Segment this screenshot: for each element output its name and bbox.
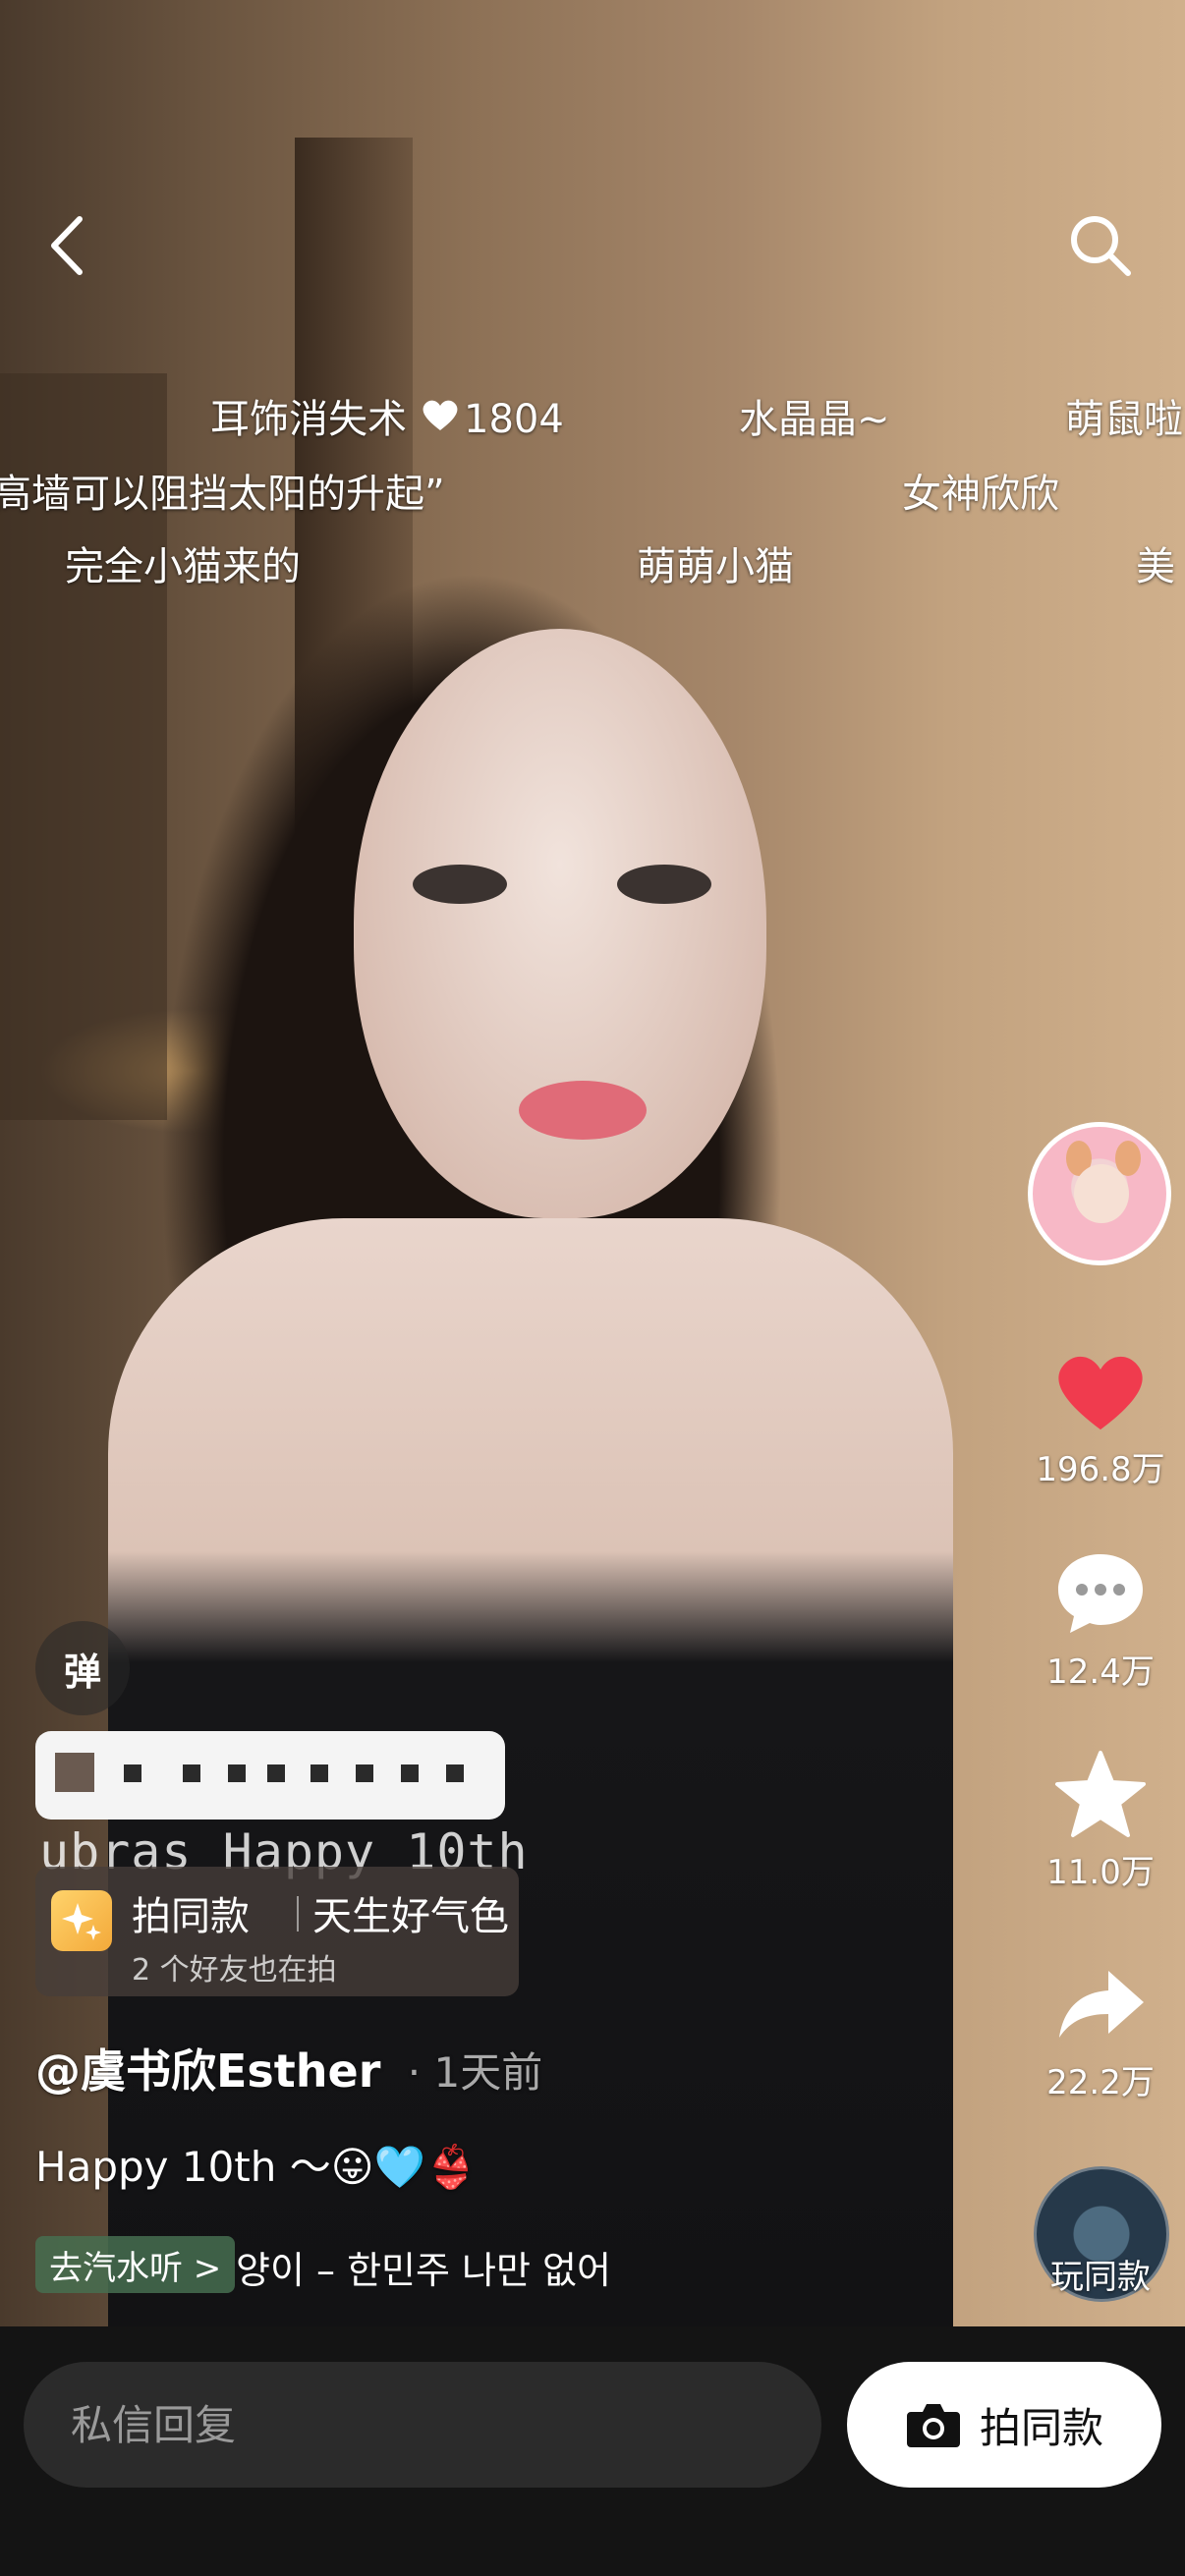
music-app-tag[interactable]: 去汽水听 > — [35, 2236, 236, 2293]
effect-name: 天生好气色 — [312, 1894, 509, 1939]
author-name[interactable]: @虞书欣Esther — [35, 2044, 380, 2098]
star-icon — [1055, 1751, 1146, 1837]
danmaku-item: 美 — [1136, 544, 1175, 589]
danmaku-item: 水晶晶~ — [739, 397, 890, 442]
share-count: 22.2万 — [1046, 2063, 1155, 2102]
chevron-left-icon — [51, 216, 83, 275]
share-icon — [1059, 1971, 1144, 2038]
shoot-same-button[interactable]: 拍同款 — [847, 2362, 1161, 2488]
sparkle-icon — [51, 1890, 112, 1951]
post-time: 1天前 — [433, 2048, 543, 2097]
figure-eye-left — [413, 865, 507, 904]
effect-action-label: 拍同款 — [132, 1894, 250, 1939]
effect-friends-count: 2 个好友也在拍 — [132, 1953, 337, 1988]
danmaku-item: 萌萌小猫 — [637, 544, 794, 589]
camera-icon — [906, 2404, 960, 2447]
share-button[interactable]: 22.2万 — [1002, 1953, 1185, 2103]
back-button[interactable] — [18, 196, 116, 295]
heart-icon — [421, 397, 460, 442]
effect-card[interactable]: 拍同款 天生好气色 2 个好友也在拍 — [35, 1867, 519, 1996]
video-caption: Happy 10th ～😛🩵👙 — [35, 2143, 478, 2191]
danmaku-item: 萌鼠啦 — [1065, 397, 1183, 442]
author-avatar[interactable] — [1028, 1122, 1171, 1265]
comment-count: 12.4万 — [1046, 1652, 1155, 1692]
figure-lips — [519, 1081, 647, 1140]
danmaku-item: 女神欣欣 — [902, 472, 1059, 517]
redacted-comment-bar — [35, 1731, 505, 1820]
danmaku-toggle-button[interactable]: 弹 — [35, 1621, 130, 1715]
like-count: 196.8万 — [1036, 1450, 1165, 1489]
figure-eye-right — [617, 865, 711, 904]
music-title[interactable]: 양이 – 한민주 나만 없어 — [236, 2240, 727, 2294]
danmaku-item: 耳饰消失术 1804 — [210, 397, 564, 442]
music-disc-label[interactable]: 玩同款 — [992, 2250, 1185, 2298]
author-line[interactable]: @虞书欣Esther · 1天前 — [35, 2036, 542, 2100]
favorite-count: 11.0万 — [1046, 1853, 1155, 1892]
avatar-face — [1074, 1164, 1129, 1223]
search-icon — [1071, 216, 1131, 276]
heart-icon — [1058, 1356, 1143, 1430]
like-button[interactable]: 196.8万 — [1002, 1340, 1185, 1490]
comment-icon — [1058, 1554, 1143, 1633]
divider — [297, 1896, 299, 1932]
danmaku-item: 完全小猫来的 — [65, 544, 301, 589]
danmaku-item: 高墙可以阻挡太阳的升起” — [0, 472, 445, 517]
private-reply-input[interactable] — [24, 2362, 821, 2488]
shoot-same-label: 拍同款 — [979, 2403, 1103, 2452]
search-button[interactable] — [1051, 196, 1150, 295]
comment-button[interactable]: 12.4万 — [1002, 1542, 1185, 1693]
favorite-button[interactable]: 11.0万 — [1002, 1743, 1185, 1893]
